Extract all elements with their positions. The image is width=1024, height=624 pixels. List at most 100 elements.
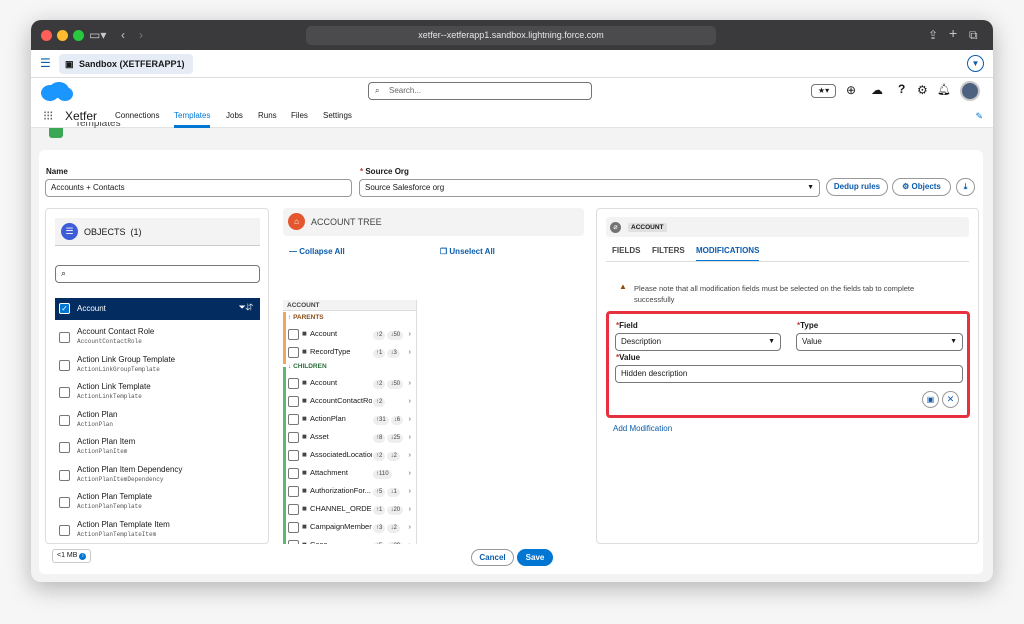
checkbox[interactable] xyxy=(288,396,299,407)
info-icon[interactable]: i xyxy=(79,553,87,560)
tab-overview-icon[interactable]: ⧉ xyxy=(969,28,978,43)
notification-bell-icon[interactable]: 🔔︎ xyxy=(937,83,951,96)
checkbox[interactable] xyxy=(288,378,299,389)
chevron-right-icon[interactable]: › xyxy=(409,392,412,410)
value-input[interactable]: Hidden description xyxy=(615,365,963,383)
add-modification-link[interactable]: Add Modification xyxy=(613,424,672,433)
tab-fields[interactable]: FIELDS xyxy=(612,244,640,258)
share-icon[interactable]: ⇪ xyxy=(928,28,938,42)
chevron-right-icon[interactable]: › xyxy=(409,500,412,518)
menu-icon[interactable]: ☰ xyxy=(40,56,51,70)
chevron-right-icon[interactable]: › xyxy=(409,536,412,544)
checkbox[interactable] xyxy=(59,360,70,371)
field-select[interactable]: Description ▼ xyxy=(615,333,781,351)
list-item[interactable]: Action Link Group Template ActionLinkGrou… xyxy=(55,352,260,379)
checkbox[interactable] xyxy=(59,497,70,508)
zoom-window-button[interactable] xyxy=(73,30,84,41)
forward-icon[interactable]: › xyxy=(139,28,143,42)
tree-row[interactable]: ■ CampaignMember ↑3 ↓2 › xyxy=(283,518,415,536)
nav-files[interactable]: Files xyxy=(291,104,308,128)
checkbox[interactable] xyxy=(59,415,70,426)
download-button[interactable]: ⤓ xyxy=(956,178,975,196)
tab-sandbox[interactable]: ▣ Sandbox (XETFERAPP1) xyxy=(59,54,193,74)
new-tab-icon[interactable]: + xyxy=(949,25,957,41)
tree-row[interactable]: ■ ActionPlan ↑31 ↓6 › xyxy=(283,410,415,428)
checkbox[interactable] xyxy=(288,540,299,544)
edit-nav-icon[interactable]: ✎ xyxy=(975,111,983,122)
list-item[interactable]: Action Plan Template Item ActionPlanTempl… xyxy=(55,517,260,543)
sidebar-toggle-icon[interactable]: ▭▾ xyxy=(89,28,106,42)
list-item[interactable]: Action Plan Template ActionPlanTemplate xyxy=(55,489,260,516)
avatar[interactable] xyxy=(960,81,980,101)
save-modification-icon[interactable]: ▣ xyxy=(922,391,939,408)
tab-filters[interactable]: FILTERS xyxy=(652,244,685,258)
list-item-account[interactable]: ✓ Account ⏷⇵ xyxy=(55,298,260,320)
back-icon[interactable]: ‹ xyxy=(121,28,125,42)
name-input[interactable]: Accounts + Contacts xyxy=(45,179,352,197)
tree-row[interactable]: ■ CHANNEL_ORDE... ↑1 ↓20 › xyxy=(283,500,415,518)
tree-row[interactable]: ■ Account ↑2 ↓50 › xyxy=(283,325,415,343)
tab-menu-dropdown-icon[interactable]: ▼ xyxy=(967,55,984,72)
filter-icon[interactable]: ⏷⇵ xyxy=(239,302,254,313)
type-select[interactable]: Value ▼ xyxy=(796,333,963,351)
address-bar[interactable]: xetfer--xetferapp1.sandbox.lightning.for… xyxy=(306,26,716,45)
checkbox[interactable] xyxy=(59,525,70,536)
nav-settings[interactable]: Settings xyxy=(323,104,352,128)
checkbox[interactable] xyxy=(288,486,299,497)
checkbox[interactable] xyxy=(288,450,299,461)
tree-row[interactable]: ■ AccountContactRole ↑2 › xyxy=(283,392,415,410)
tree-row[interactable]: ■ AssociatedLocation ↑2 ↓2 › xyxy=(283,446,415,464)
close-window-button[interactable] xyxy=(41,30,52,41)
checkbox[interactable] xyxy=(288,414,299,425)
checkbox-checked[interactable]: ✓ xyxy=(59,303,70,314)
nav-jobs[interactable]: Jobs xyxy=(226,104,243,128)
chevron-right-icon[interactable]: › xyxy=(409,374,412,392)
objects-search-input[interactable]: ⌕ xyxy=(55,265,260,283)
nav-connections[interactable]: Connections xyxy=(115,104,159,128)
help-icon[interactable]: ? xyxy=(898,82,905,96)
list-item[interactable]: Action Plan Item ActionPlanItem xyxy=(55,434,260,461)
objects-button[interactable]: ⚙ Objects xyxy=(892,178,951,196)
collapse-all-button[interactable]: — Collapse All xyxy=(289,247,345,256)
chevron-right-icon[interactable]: › xyxy=(409,428,412,446)
gear-icon[interactable]: ⚙ xyxy=(917,83,928,97)
tree-row[interactable]: ■ AuthorizationFor... ↑5 ↓1 › xyxy=(283,482,415,500)
tab-modifications[interactable]: MODIFICATIONS xyxy=(696,244,760,262)
app-launcher-icon[interactable]: ⁝⁝⁝ xyxy=(43,108,53,124)
list-item[interactable]: Action Plan Item Dependency ActionPlanIte… xyxy=(55,462,260,489)
chevron-right-icon[interactable]: › xyxy=(409,343,412,361)
chevron-right-icon[interactable]: › xyxy=(409,482,412,500)
list-item[interactable]: Action Link Template ActionLinkTemplate xyxy=(55,379,260,406)
list-item[interactable]: Account Contact Role AccountContactRole xyxy=(55,324,260,351)
tree-row[interactable]: ■ Attachment ↑110 › xyxy=(283,464,415,482)
checkbox[interactable] xyxy=(288,468,299,479)
dedup-rules-button[interactable]: Dedup rules xyxy=(826,178,888,196)
checkbox[interactable] xyxy=(288,347,299,358)
delete-modification-icon[interactable]: ✕ xyxy=(942,391,959,408)
setup-assistant-icon[interactable]: ☁ xyxy=(871,83,883,97)
tree-row[interactable]: ■ RecordType ↑1 ↓3 › xyxy=(283,343,415,361)
source-org-select[interactable]: Source Salesforce org ▼ xyxy=(359,179,820,197)
minimize-window-button[interactable] xyxy=(57,30,68,41)
global-search-input[interactable]: ⌕ Search... xyxy=(368,82,592,100)
checkbox[interactable] xyxy=(59,387,70,398)
checkbox[interactable] xyxy=(59,470,70,481)
chevron-right-icon[interactable]: › xyxy=(409,464,412,482)
checkbox[interactable] xyxy=(288,329,299,340)
unselect-all-button[interactable]: ❐ Unselect All xyxy=(440,247,495,256)
list-item[interactable]: Action Plan ActionPlan xyxy=(55,407,260,434)
chevron-right-icon[interactable]: › xyxy=(409,325,412,343)
checkbox[interactable] xyxy=(59,442,70,453)
chevron-right-icon[interactable]: › xyxy=(409,446,412,464)
checkbox[interactable] xyxy=(288,504,299,515)
tree-row[interactable]: ■ Account ↑2 ↓50 › xyxy=(283,374,415,392)
nav-runs[interactable]: Runs xyxy=(258,104,277,128)
chevron-right-icon[interactable]: › xyxy=(409,410,412,428)
nav-templates[interactable]: Templates xyxy=(174,104,211,128)
tree-row[interactable]: ■ Asset ↑8 ↓25 › xyxy=(283,428,415,446)
add-icon[interactable]: ⊕ xyxy=(846,83,856,97)
favorites-star-icon[interactable]: ★▾ xyxy=(811,84,836,98)
checkbox[interactable] xyxy=(288,522,299,533)
save-button[interactable]: Save xyxy=(517,549,553,566)
cancel-button[interactable]: Cancel xyxy=(471,549,514,566)
